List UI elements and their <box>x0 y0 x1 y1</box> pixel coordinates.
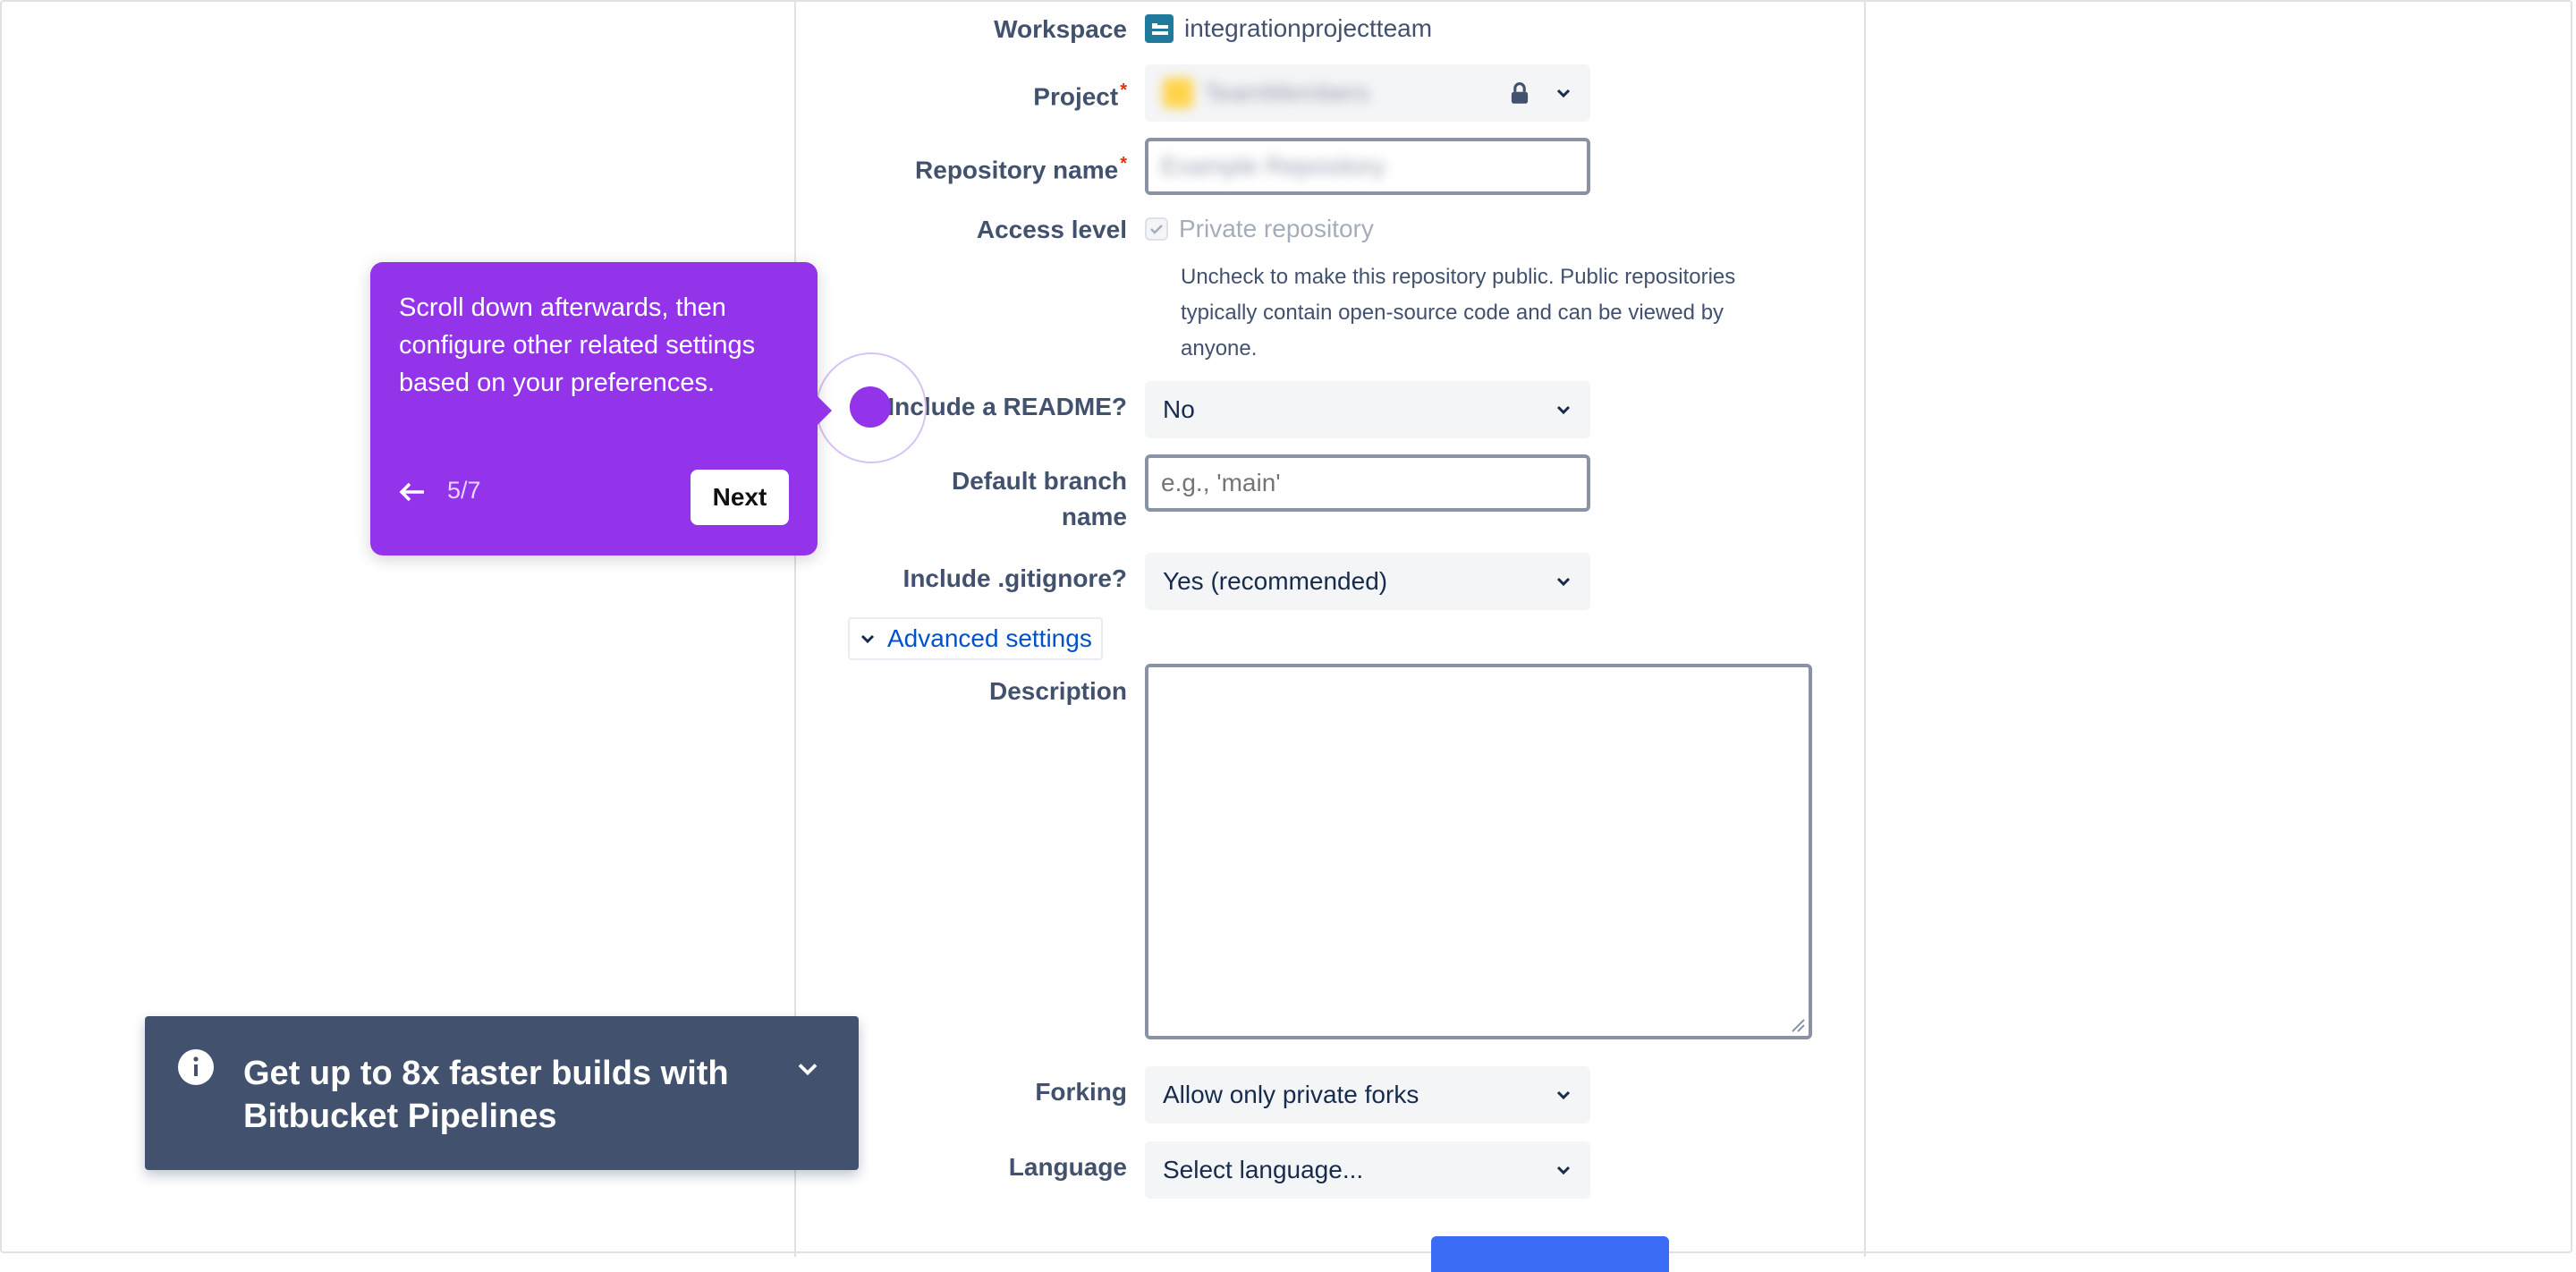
gitignore-select[interactable]: Yes (recommended) <box>1145 553 1590 610</box>
required-marker: * <box>1120 154 1127 174</box>
access-level-help: Uncheck to make this repository public. … <box>1181 259 1735 367</box>
workspace-label: Workspace <box>994 15 1127 43</box>
default-branch-label: Default branch name <box>952 463 1127 535</box>
forking-label: Forking <box>1035 1078 1127 1106</box>
repository-name-value: Example Repository <box>1161 152 1385 180</box>
create-repository-button[interactable] <box>1431 1236 1669 1272</box>
language-select[interactable]: Select language... <box>1145 1141 1590 1199</box>
chevron-down-icon <box>1556 1166 1571 1175</box>
advanced-settings-toggle[interactable]: Advanced settings <box>848 617 1103 660</box>
info-icon <box>178 1049 214 1085</box>
checkbox-checked-icon <box>1145 217 1168 241</box>
help-line: anyone. <box>1181 336 1258 360</box>
forking-value: Allow only private forks <box>1163 1081 1419 1108</box>
private-repository-checkbox[interactable]: Private repository <box>1145 215 1374 243</box>
advanced-settings-label: Advanced settings <box>887 624 1092 652</box>
banner-message: Get up to 8x faster builds with Bitbucke… <box>243 1055 729 1135</box>
project-name: TeamMembers <box>1204 79 1370 106</box>
chevron-down-icon <box>860 634 875 644</box>
gitignore-value: Yes (recommended) <box>1163 567 1388 595</box>
project-selected: TeamMembers <box>1163 78 1369 108</box>
help-line: typically contain open-source code and c… <box>1181 301 1724 325</box>
tour-tooltip: Scroll down afterwards, then configure o… <box>370 262 832 555</box>
access-level-label: Access level <box>976 216 1127 243</box>
default-branch-label-line: Default branch <box>951 467 1127 495</box>
chevron-down-icon[interactable] <box>794 1056 821 1082</box>
workspace-name: integrationprojectteam <box>1184 14 1433 42</box>
tour-message: Scroll down afterwards, then configure o… <box>399 293 756 397</box>
chevron-down-icon <box>1556 577 1571 587</box>
default-branch-input[interactable] <box>1145 454 1590 512</box>
private-repository-label: Private repository <box>1179 215 1374 242</box>
default-branch-label-line: name <box>1061 503 1127 530</box>
repository-name-input[interactable]: Example Repository <box>1145 138 1590 195</box>
forking-select[interactable]: Allow only private forks <box>1145 1066 1590 1124</box>
tour-step-counter: 5/7 <box>447 477 481 504</box>
language-label: Language <box>1008 1153 1127 1181</box>
language-value: Select language... <box>1163 1156 1364 1183</box>
tooltip-arrow <box>818 396 832 425</box>
pipelines-banner: Get up to 8x faster builds with Bitbucke… <box>145 1016 859 1170</box>
gitignore-label: Include .gitignore? <box>902 564 1127 592</box>
project-avatar <box>1163 78 1193 108</box>
arrow-left-icon[interactable] <box>397 479 428 505</box>
chevron-down-icon <box>1556 1090 1571 1100</box>
workspace-icon <box>1145 14 1174 43</box>
resize-handle-icon <box>1792 1019 1805 1032</box>
lock-icon <box>1511 82 1529 104</box>
chevron-down-icon <box>1556 405 1571 415</box>
readme-value: No <box>1163 395 1195 423</box>
help-line: Uncheck to make this repository public. … <box>1181 265 1736 289</box>
readme-select[interactable]: No <box>1145 381 1590 438</box>
project-select[interactable]: TeamMembers <box>1145 64 1590 122</box>
project-label-text: Project <box>1033 82 1119 111</box>
workspace-value: integrationprojectteam <box>1145 14 1432 43</box>
repository-name-label-text: Repository name <box>915 156 1119 184</box>
content-right-divider <box>1864 0 1866 1257</box>
project-label: Project * <box>1033 73 1127 114</box>
description-label: Description <box>988 677 1127 705</box>
tour-beacon[interactable] <box>850 386 891 428</box>
required-marker: * <box>1120 81 1127 100</box>
description-textarea[interactable] <box>1145 664 1812 1039</box>
chevron-down-icon <box>1556 89 1571 98</box>
repository-name-label: Repository name * <box>915 147 1127 187</box>
tour-next-button[interactable]: Next <box>691 470 789 525</box>
